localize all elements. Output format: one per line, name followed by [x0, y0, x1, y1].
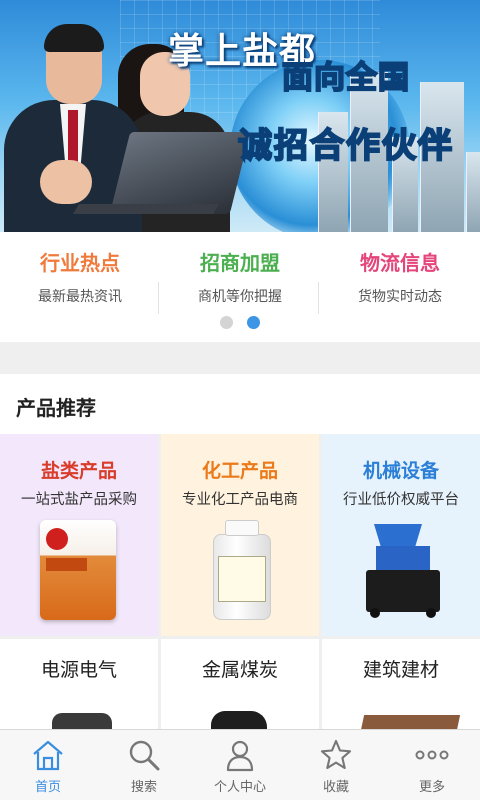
chemical-bottle-image: [213, 520, 271, 620]
machine-wheel: [370, 608, 380, 618]
tab-label: 更多: [418, 780, 445, 795]
tab-label: 收藏: [322, 780, 349, 795]
category-tile-electrical[interactable]: 电源电气: [0, 639, 158, 733]
quick-link-logistics[interactable]: 物流信息 货物实时动态: [320, 248, 480, 306]
tab-label: 个人中心: [213, 780, 266, 795]
tab-favorites[interactable]: 收藏: [288, 730, 384, 800]
promo-banner[interactable]: 掌上盐都 面向全国 诚招合作伙伴: [0, 0, 480, 232]
quick-links-panel: 行业热点 最新最热资讯 招商加盟 商机等你把握 物流信息 货物实时动态: [0, 232, 480, 342]
quick-link-industry-news[interactable]: 行业热点 最新最热资讯: [0, 248, 160, 306]
category-tile-title: 建筑建材: [362, 659, 439, 681]
quick-link-subtitle: 货物实时动态: [358, 289, 442, 305]
building-graphic: [466, 152, 480, 232]
section-title: 产品推荐: [16, 396, 96, 420]
more-icon: [415, 750, 449, 760]
bottle-cap: [225, 520, 259, 536]
product-tile-subtitle: 行业低价权威平台: [343, 492, 459, 508]
star-icon: [320, 739, 352, 770]
quick-link-franchise[interactable]: 招商加盟 商机等你把握: [160, 248, 320, 306]
brand-logo: [46, 528, 68, 550]
quick-link-title: 行业热点: [40, 251, 120, 275]
page-indicator: [220, 316, 264, 330]
user-icon: [226, 740, 254, 772]
page-dot-active[interactable]: [247, 316, 260, 329]
machine-wheel: [426, 608, 436, 618]
man-figure: [40, 160, 92, 204]
tab-profile[interactable]: 个人中心: [192, 730, 288, 800]
product-tile-title: 盐类产品: [40, 460, 117, 482]
search-icon: [129, 740, 160, 771]
package-label: [46, 558, 87, 571]
banner-line-2: 诚招合作伙伴: [237, 125, 454, 167]
bottom-tab-bar: 首页 搜索 个人中心 收藏 更多: [0, 729, 480, 800]
laptop-graphic: [73, 204, 219, 214]
product-tile-salt[interactable]: 盐类产品 一站式盐产品采购: [0, 434, 158, 636]
divider: [158, 282, 159, 314]
machine-base: [366, 570, 440, 612]
category-tile-building-materials[interactable]: 建筑建材: [322, 639, 480, 733]
laptop-graphic: [109, 132, 251, 214]
category-tile-title: 电源电气: [40, 659, 117, 681]
machine-hopper: [374, 524, 422, 548]
product-tile-title: 机械设备: [362, 460, 439, 482]
salt-bag-image: [40, 520, 116, 620]
tab-more[interactable]: 更多: [384, 730, 480, 800]
machine-housing: [376, 546, 430, 572]
crusher-machine-image: [362, 524, 444, 620]
tab-home[interactable]: 首页: [0, 730, 96, 800]
section-header: 产品推荐: [0, 374, 480, 434]
quick-link-subtitle: 最新最热资讯: [38, 289, 122, 305]
app-screen: 掌上盐都 面向全国 诚招合作伙伴 行业热点 最新最热资讯 招商加盟 商机等你把握…: [0, 0, 480, 800]
banner-line-1: 面向全国: [281, 59, 410, 97]
quick-link-subtitle: 商机等你把握: [198, 289, 282, 305]
man-figure: [44, 24, 104, 52]
product-tile-chemical[interactable]: 化工产品 专业化工产品电商: [161, 434, 319, 636]
tab-label: 首页: [34, 780, 61, 795]
quick-link-title: 物流信息: [360, 251, 440, 275]
divider: [318, 282, 319, 314]
section-spacer: [0, 342, 480, 374]
bottle-label: [218, 556, 266, 602]
product-tile-machinery[interactable]: 机械设备 行业低价权威平台: [322, 434, 480, 636]
category-tile-title: 金属煤炭: [201, 659, 278, 681]
product-tile-title: 化工产品: [201, 460, 278, 482]
product-tile-subtitle: 一站式盐产品采购: [21, 492, 137, 508]
product-tile-subtitle: 专业化工产品电商: [182, 492, 298, 508]
tab-search[interactable]: 搜索: [96, 730, 192, 800]
quick-link-title: 招商加盟: [200, 251, 280, 275]
tab-label: 搜索: [130, 780, 157, 795]
home-icon: [33, 740, 63, 771]
category-tile-metal-coal[interactable]: 金属煤炭: [161, 639, 319, 733]
page-dot[interactable]: [220, 316, 233, 329]
